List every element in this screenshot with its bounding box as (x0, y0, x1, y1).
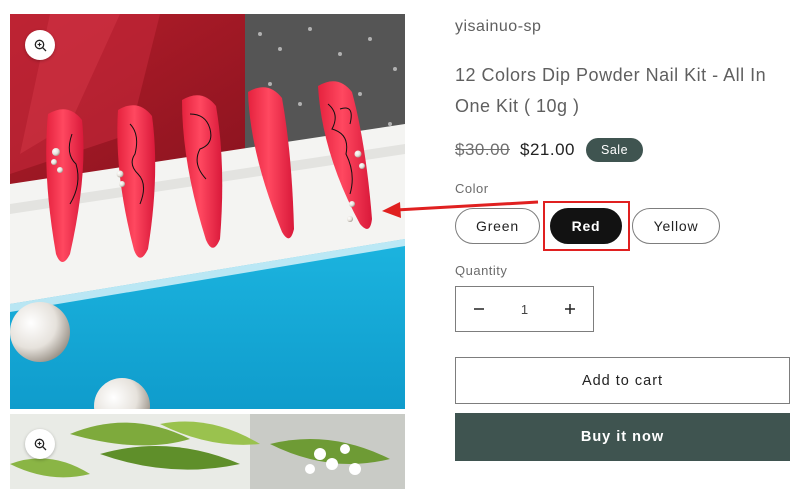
color-option-yellow[interactable]: Yellow (632, 208, 720, 244)
plus-icon (565, 304, 575, 314)
product-image-secondary[interactable] (10, 414, 405, 489)
annotation-arrow-icon (382, 200, 539, 218)
green-leaves-photo (10, 414, 405, 489)
zoom-in-icon (34, 39, 46, 51)
zoom-in-icon (34, 438, 46, 450)
compare-at-price: $30.00 (455, 140, 510, 159)
zoom-button[interactable] (25, 30, 55, 60)
product-title: 12 Colors Dip Powder Nail Kit - All In O… (455, 65, 767, 116)
buy-now-button[interactable]: Buy it now (455, 413, 790, 461)
sale-badge: Sale (586, 138, 644, 162)
zoom-button[interactable] (25, 429, 55, 459)
red-nails-photo (10, 14, 405, 409)
vendor-name: yisainuo-sp (455, 18, 542, 35)
minus-icon (474, 308, 484, 310)
annotation-highlight-box (543, 201, 630, 251)
quantity-input[interactable] (502, 300, 547, 318)
quantity-label: Quantity (455, 263, 508, 278)
quantity-stepper (455, 286, 594, 332)
quantity-decrease-button[interactable] (456, 287, 502, 331)
price-row: $30.00 $21.00 Sale (455, 136, 644, 164)
add-to-cart-button[interactable]: Add to cart (455, 357, 790, 404)
quantity-increase-button[interactable] (547, 287, 593, 331)
color-label: Color (455, 181, 489, 196)
product-image-main[interactable] (10, 14, 405, 409)
sale-price: $21.00 (520, 140, 575, 159)
